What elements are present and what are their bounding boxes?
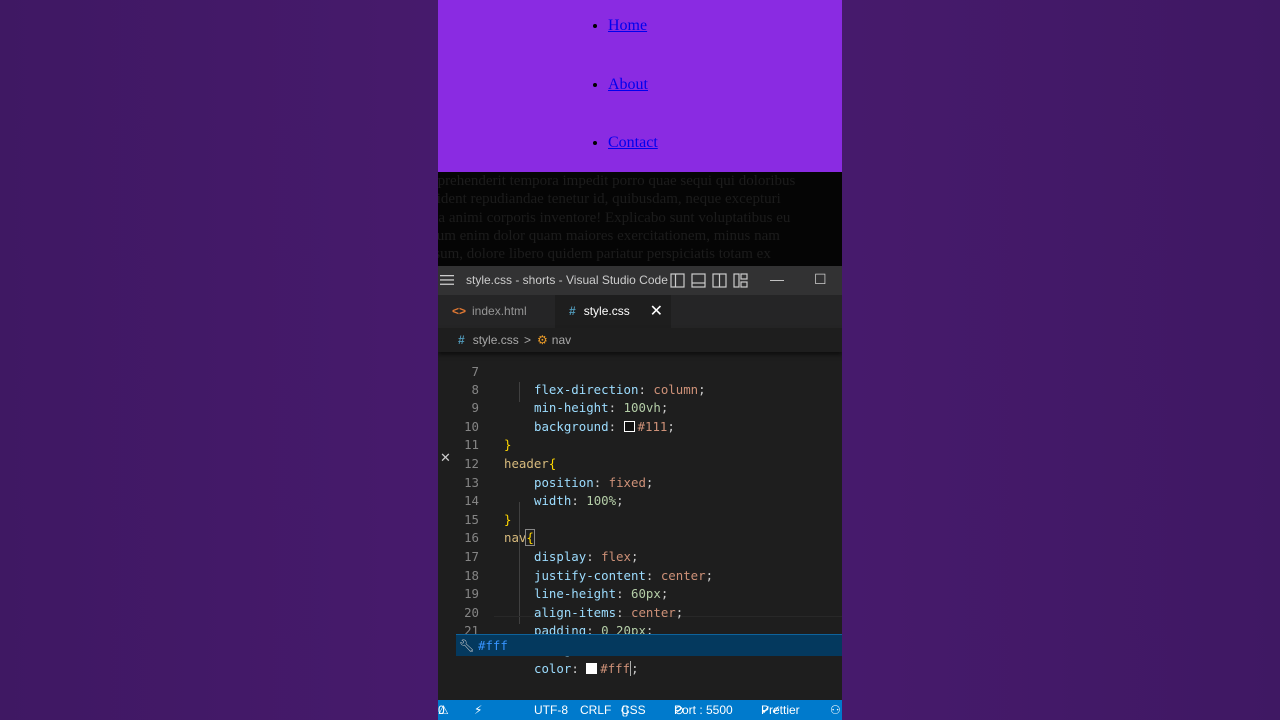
suggestion-widget[interactable]: 🔧︎ #fff <box>456 634 842 656</box>
code-line: 14 } <box>438 474 842 527</box>
preview-text-line: em rerum enim dolor quam maiores exercit… <box>438 227 780 244</box>
wrench-icon: 🔧︎ <box>459 638 475 653</box>
editor-tabs: <> index.html # style.css ✕ <box>438 295 842 328</box>
title-bar: style.css - shorts - Visual Studio Code <box>438 266 842 295</box>
css-file-icon: # <box>458 333 465 347</box>
minimize-button[interactable]: — <box>770 271 784 287</box>
breadcrumb-symbol-label: nav <box>551 333 572 347</box>
code-line: 16 display: flex; <box>438 511 842 564</box>
code-line: 15 nav{ <box>438 492 842 547</box>
nav-link-about[interactable]: About <box>608 76 648 93</box>
breadcrumb-file-label: style.css <box>472 333 519 347</box>
prettier-label: Prettier <box>761 703 800 717</box>
breadcrumb-separator: > <box>524 333 532 347</box>
layout-controls <box>670 273 748 288</box>
nav-item-about: About <box>608 59 658 118</box>
nav-link-contact[interactable]: Contact <box>608 134 658 151</box>
code-line: 9 background: #111; <box>438 381 842 434</box>
problems-count: 0 <box>438 703 445 717</box>
preview-nav-bar: Home About Contact <box>438 0 842 172</box>
customize-layout-icon[interactable] <box>733 273 748 288</box>
code-line: 8 min-height: 100vh; <box>438 362 842 416</box>
code-line: 20 padding: 0 20px; <box>438 585 842 639</box>
breadcrumb: # style.css > ⚙ nav <box>438 328 842 352</box>
tab-style-css[interactable]: # style.css ✕ <box>555 295 671 328</box>
code-line: 21 background-color: blueviolet; <box>438 604 842 657</box>
code-line: 17 justify-content: center; <box>438 529 842 583</box>
code-line: 18 line-height: 60px; <box>438 548 842 602</box>
code-line: 10 } <box>438 399 842 453</box>
eol-indicator[interactable]: CRLF <box>580 700 611 720</box>
tab-label: index.html <box>472 304 527 318</box>
close-tab-icon[interactable]: ✕ <box>650 295 663 328</box>
tab-label: style.css <box>583 304 630 318</box>
preview-text-line: iste ipsum, dolore libero quidem pariatu… <box>438 246 771 263</box>
vscode-window: style.css - shorts - Visual Studio Code <box>438 266 842 720</box>
preview-body: ipsa reprehenderit tempora impedit porro… <box>438 172 842 268</box>
breadcrumb-file[interactable]: # style.css <box>458 328 519 352</box>
port-label: Port : 5500 <box>674 703 733 717</box>
hamburger-menu-icon[interactable] <box>440 274 454 286</box>
breadcrumb-symbol[interactable]: ⚙ nav <box>537 328 571 352</box>
maximize-button[interactable]: ☐ <box>814 271 827 288</box>
tab-index-html[interactable]: <> index.html <box>438 295 555 328</box>
toggle-panel-icon[interactable] <box>691 273 706 288</box>
nav-link-home[interactable]: Home <box>608 17 647 34</box>
code-line: 12 position: fixed; <box>438 436 842 490</box>
code-line: 19 align-items: center; <box>438 567 842 620</box>
css-file-icon: # <box>569 304 576 318</box>
nav-item-home: Home <box>608 0 658 59</box>
preview-nav-list: Home About Contact <box>608 0 658 176</box>
toggle-primary-sidebar-icon[interactable] <box>670 273 685 288</box>
code-line: 11 header{ <box>438 418 842 471</box>
account-icon[interactable]: ⚇ <box>830 700 841 720</box>
preview-text-line: n provident repudiandae tenetur id, quib… <box>438 191 781 208</box>
code-line: 13 width: 100%; <box>438 455 842 509</box>
preview-text-line: ror quia animi corporis inventore! Expli… <box>438 209 791 226</box>
html-file-icon: <> <box>452 304 467 318</box>
suggestion-label: #fff <box>478 638 508 653</box>
nav-item-contact: Contact <box>608 117 658 176</box>
window-title: style.css - shorts - Visual Studio Code <box>466 273 668 287</box>
encoding-indicator[interactable]: UTF-8 <box>534 700 568 720</box>
symbol-icon: ⚙ <box>537 333 548 347</box>
close-icon[interactable]: ✕ <box>440 450 451 466</box>
phone-frame: Home About Contact ipsa reprehenderit te… <box>438 0 842 720</box>
code-line: 7 flex-direction: column; <box>438 352 842 398</box>
status-bar: ⚠ 0 ⚡︎ UTF-8 CRLF {} CSS ⊘ Port : 5500 ✓… <box>438 700 842 720</box>
toggle-secondary-sidebar-icon[interactable] <box>712 273 727 288</box>
lightning-icon[interactable]: ⚡︎ <box>474 700 482 720</box>
line-content: color: #fff; <box>534 660 639 676</box>
color-swatch[interactable] <box>586 662 598 674</box>
language-label: CSS <box>621 703 646 717</box>
preview-text-line: ipsa reprehenderit tempora impedit porro… <box>438 173 796 189</box>
